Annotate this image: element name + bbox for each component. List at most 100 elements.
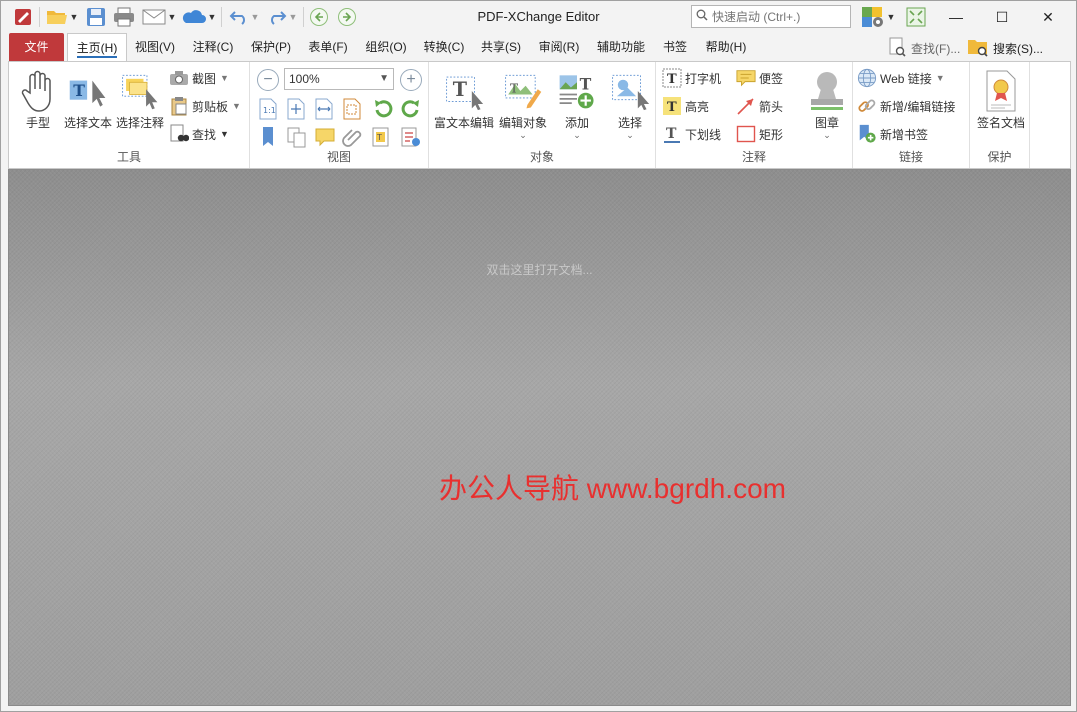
svg-text:1:1: 1:1 bbox=[263, 106, 276, 115]
svg-text:T: T bbox=[376, 133, 382, 142]
print-icon[interactable] bbox=[111, 5, 137, 29]
link-icon bbox=[857, 96, 877, 116]
underline-label: 下划线 bbox=[685, 127, 722, 142]
tab-home[interactable]: 主页(H) bbox=[67, 33, 127, 63]
fullscreen-icon[interactable] bbox=[903, 5, 929, 29]
underline-button[interactable]: T 下划线 bbox=[662, 122, 721, 146]
group-links-label: 链接 bbox=[898, 150, 923, 164]
rotate-right-icon[interactable] bbox=[400, 98, 420, 120]
attachment-icon[interactable] bbox=[342, 126, 362, 148]
clipboard-label: 剪贴板 bbox=[192, 99, 229, 114]
rotate-left-icon[interactable] bbox=[372, 98, 393, 120]
tab-bookmarks[interactable]: 书签 bbox=[657, 33, 693, 61]
zoom-out-button[interactable]: − bbox=[257, 69, 279, 91]
select-object-icon bbox=[610, 68, 650, 114]
quick-launch-input[interactable] bbox=[712, 9, 842, 24]
bookmark-icon[interactable] bbox=[258, 126, 278, 148]
minimize-button[interactable]: — bbox=[933, 1, 979, 33]
quick-launch[interactable] bbox=[691, 5, 851, 28]
fit-visible-icon[interactable] bbox=[342, 98, 362, 120]
rich-text-edit-button[interactable]: T 富文本编辑 bbox=[433, 66, 495, 146]
select-text-label: 选择文本 bbox=[63, 116, 112, 130]
forward-icon[interactable] bbox=[335, 5, 359, 29]
actual-size-icon[interactable]: 1:1 bbox=[258, 98, 278, 120]
group-objects: T 富文本编辑 T 编辑对象 ⌄ T 添加 ⌄ 选择 ⌄ 对象 bbox=[429, 62, 656, 168]
maximize-button[interactable]: ☐ bbox=[979, 1, 1025, 33]
hand-tool-button[interactable]: 手型 bbox=[13, 66, 63, 146]
open-file-icon[interactable]: ▼ bbox=[43, 5, 81, 29]
tab-view[interactable]: 视图(V) bbox=[129, 33, 181, 61]
watermark-text: 办公人导航 www.bgrdh.com bbox=[439, 473, 786, 504]
tab-review[interactable]: 审阅(R) bbox=[533, 33, 585, 61]
find-doc-icon bbox=[887, 37, 907, 60]
add-bookmark-icon bbox=[857, 124, 877, 144]
web-link-label: Web 链接 bbox=[880, 71, 932, 86]
svg-text:T: T bbox=[666, 126, 677, 142]
tab-file[interactable]: 文件 bbox=[9, 33, 64, 61]
sign-document-button[interactable]: 签名文档 bbox=[973, 66, 1029, 146]
select-annotation-button[interactable]: 选择注释 bbox=[115, 66, 165, 146]
select-text-icon: T bbox=[68, 68, 108, 114]
tab-forms[interactable]: 表单(F) bbox=[303, 33, 353, 61]
tab-share[interactable]: 共享(S) bbox=[475, 33, 527, 61]
select-object-button[interactable]: 选择 ⌄ bbox=[605, 66, 655, 146]
arrow-button[interactable]: 箭头 bbox=[736, 94, 783, 118]
tab-organize[interactable]: 组织(O) bbox=[359, 33, 413, 61]
rectangle-label: 矩形 bbox=[759, 127, 784, 142]
rectangle-icon bbox=[736, 124, 756, 144]
sign-document-label: 签名文档 bbox=[976, 116, 1025, 130]
tab-comment[interactable]: 注释(C) bbox=[187, 33, 239, 61]
fit-width-icon[interactable] bbox=[314, 98, 334, 120]
document-area[interactable] bbox=[8, 169, 1071, 706]
highlight-label: 高亮 bbox=[685, 99, 710, 114]
arrow-icon bbox=[736, 96, 756, 116]
open-document-hint[interactable]: 双击这里打开文档... bbox=[1, 261, 1077, 278]
highlight-icon: T bbox=[662, 96, 682, 116]
back-icon[interactable] bbox=[307, 5, 331, 29]
select-text-button[interactable]: T 选择文本 bbox=[63, 66, 113, 146]
properties-icon[interactable] bbox=[400, 126, 420, 148]
settings-icon[interactable]: ▼ bbox=[857, 5, 899, 29]
email-icon[interactable]: ▼ bbox=[139, 5, 179, 29]
pages-icon[interactable] bbox=[286, 126, 306, 148]
edit-link-button[interactable]: 新增/编辑链接 bbox=[857, 94, 955, 118]
zoom-in-button[interactable]: + bbox=[400, 69, 422, 91]
zoom-select[interactable]: 100% ▼ bbox=[284, 68, 394, 90]
add-object-button[interactable]: T 添加 ⌄ bbox=[551, 66, 603, 146]
app-logo-icon[interactable] bbox=[11, 5, 35, 29]
tab-help[interactable]: 帮助(H) bbox=[699, 33, 753, 61]
highlight-button[interactable]: T 高亮 bbox=[662, 94, 709, 118]
add-bookmark-button[interactable]: 新增书签 bbox=[857, 122, 928, 146]
fit-page-icon[interactable] bbox=[286, 98, 306, 120]
certificate-icon bbox=[981, 68, 1021, 114]
find-tool-button[interactable]: 查找 ▼ bbox=[169, 122, 229, 146]
rectangle-button[interactable]: 矩形 bbox=[736, 122, 783, 146]
thumbnail-icon[interactable]: T bbox=[370, 126, 390, 148]
tab-accessibility[interactable]: 辅助功能 bbox=[591, 33, 651, 61]
close-button[interactable]: ✕ bbox=[1025, 1, 1071, 33]
redo-icon[interactable]: ▼ bbox=[263, 5, 301, 29]
clipboard-button[interactable]: 剪贴板 ▼ bbox=[169, 94, 241, 118]
search-button[interactable]: 搜索(S)... bbox=[967, 37, 1043, 59]
web-link-button[interactable]: Web 链接 ▼ bbox=[857, 66, 945, 90]
group-comments-label: 注释 bbox=[741, 150, 766, 164]
tab-convert[interactable]: 转换(C) bbox=[419, 33, 469, 61]
comments-pane-icon[interactable] bbox=[314, 126, 335, 148]
menu-bar: 文件 主页(H) 视图(V) 注释(C) 保护(P) 表单(F) 组织(O) 转… bbox=[1, 33, 1076, 63]
save-icon[interactable] bbox=[83, 5, 109, 29]
group-protect: 签名文档 保护 bbox=[970, 62, 1030, 168]
stamp-button[interactable]: 图章 ⌄ bbox=[802, 66, 852, 146]
tab-protect[interactable]: 保护(P) bbox=[245, 33, 297, 61]
undo-icon[interactable]: ▼ bbox=[225, 5, 263, 29]
group-tools-label: 工具 bbox=[116, 150, 141, 164]
edit-object-button[interactable]: T 编辑对象 ⌄ bbox=[497, 66, 549, 146]
snapshot-button[interactable]: 截图 ▼ bbox=[169, 66, 229, 90]
underline-icon: T bbox=[662, 124, 682, 144]
find-button[interactable]: 查找(F)... bbox=[887, 37, 960, 59]
cloud-upload-icon[interactable]: ▼ bbox=[179, 5, 219, 29]
typewriter-button[interactable]: T 打字机 bbox=[662, 66, 721, 90]
stamp-label: 图章 bbox=[814, 116, 839, 130]
sticky-note-button[interactable]: 便签 bbox=[736, 66, 783, 90]
svg-text:T: T bbox=[510, 82, 518, 96]
globe-icon bbox=[857, 68, 877, 88]
